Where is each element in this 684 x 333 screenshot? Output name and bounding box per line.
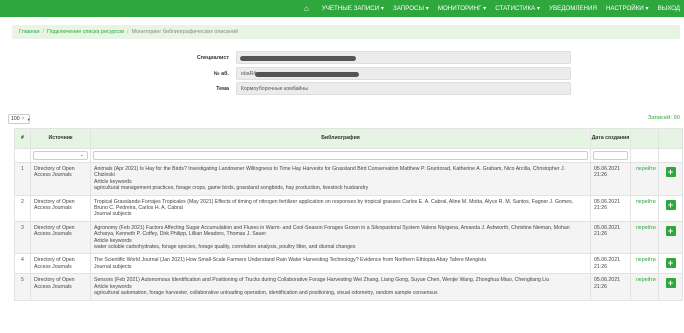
row-add-cell: + — [658, 220, 683, 255]
header-date[interactable]: Дата создания — [590, 128, 631, 149]
row-bibliography: Animals (Apr 2021) Is Hay for the Birds?… — [90, 162, 591, 196]
row-text: Sensors (Feb 2021) Autonomous Identifica… — [94, 277, 550, 284]
row-add-cell: + — [658, 194, 683, 222]
row-number: 3 — [14, 220, 31, 255]
breadcrumb-home[interactable]: Главная — [19, 29, 40, 35]
header-source[interactable]: Источник — [30, 128, 91, 149]
row-go-link[interactable]: перейти — [630, 162, 659, 196]
number-label: № аб. — [213, 70, 229, 77]
breadcrumb-separator: / — [42, 29, 45, 35]
row-number: 4 — [14, 253, 31, 275]
row-add-cell: + — [658, 253, 683, 275]
table-row: 5 Directory of Open Access Journals Sens… — [14, 273, 683, 301]
add-button[interactable]: + — [665, 167, 676, 177]
source-filter-select[interactable]: ⌄ — [33, 151, 88, 160]
table-row: 3 Directory of Open Access Journals Agro… — [14, 220, 683, 255]
row-date: 05.06.2021 21:26 — [590, 253, 631, 275]
nav-logout[interactable]: ВЫХОД — [658, 5, 680, 12]
row-bibliography: Sensors (Feb 2021) Autonomous Identifica… — [90, 273, 591, 301]
row-date: 05.06.2021 21:26 — [590, 220, 631, 255]
row-go-link[interactable]: перейти — [630, 273, 659, 301]
filter-cell: ⌄ — [30, 148, 91, 163]
nav-monitoring[interactable]: МОНИТОРИНГ ▾ — [438, 5, 486, 12]
nav-requests[interactable]: ЗАПРОСЫ ▾ — [393, 5, 429, 12]
row-keywords: water soluble carbohydrates, forage spec… — [94, 244, 356, 251]
row-go-link[interactable]: перейти — [630, 194, 659, 222]
row-text: The Scientific World Journal (Jan 2021) … — [94, 257, 487, 264]
home-icon[interactable]: ⌂ — [304, 4, 309, 13]
clear-icon[interactable]: × — [22, 116, 25, 122]
topic-field: Кормоуборочные комбайны — [236, 82, 571, 95]
records-count: Записей: 90 — [647, 115, 680, 121]
row-number: 2 — [14, 194, 31, 222]
row-date: 05.06.2021 21:26 — [590, 273, 631, 301]
row-text: Tropical Grasslands-Forrajes Tropicales … — [94, 198, 574, 212]
row-go-link[interactable]: перейти — [630, 220, 659, 255]
filter-cell — [658, 148, 683, 163]
nav-accounts[interactable]: УЧЕТНЫЕ ЗАПИСИ ▾ — [322, 5, 384, 12]
row-date: 05.06.2021 21:26 — [590, 162, 631, 196]
row-source: Directory of Open Access Journals — [30, 273, 91, 301]
row-bibliography: The Scientific World Journal (Jan 2021) … — [90, 253, 591, 275]
specialist-row: Специалист — [129, 51, 571, 64]
row-source: Directory of Open Access Journals — [30, 220, 91, 255]
row-text: Animals (Apr 2021) Is Hay for the Birds?… — [94, 166, 566, 179]
add-button[interactable]: + — [665, 225, 676, 236]
redaction-mark — [240, 56, 356, 61]
row-number: 1 — [14, 162, 31, 196]
row-keywords-label: Journal subjects — [94, 211, 132, 218]
nav-settings[interactable]: НАСТРОЙКИ ▾ — [606, 5, 649, 12]
number-row: № аб. ebaR# — [129, 67, 571, 80]
nav-menu: ⌂ УЧЕТНЫЕ ЗАПИСИ ▾ ЗАПРОСЫ ▾ МОНИТОРИНГ … — [304, 0, 680, 17]
bibliography-table: # Источник Библиография Дата создания ⌄ … — [14, 128, 683, 301]
breadcrumb-section[interactable]: Подключение списка ресурсов — [47, 29, 124, 35]
header-bibliography[interactable]: Библиография — [90, 128, 591, 149]
breadcrumb-current: Мониторинг библиографических описаний — [131, 29, 239, 35]
filter-cell — [590, 148, 631, 163]
number-field: ebaR# — [236, 67, 571, 80]
add-button[interactable]: + — [665, 258, 676, 269]
top-navbar: ⌂ УЧЕТНЫЕ ЗАПИСИ ▾ ЗАПРОСЫ ▾ МОНИТОРИНГ … — [0, 0, 684, 17]
add-button[interactable]: + — [665, 278, 676, 289]
table-row: 4 Directory of Open Access Journals The … — [14, 253, 683, 275]
row-text: Agronomy (Feb 2021) Factors Affecting Su… — [94, 224, 570, 238]
row-add-cell: + — [658, 162, 683, 196]
row-number: 5 — [14, 273, 31, 301]
filter-cell — [630, 148, 659, 163]
row-add-cell: + — [658, 273, 683, 301]
chevron-down-icon: ▼ — [26, 116, 31, 122]
row-source: Directory of Open Access Journals — [30, 194, 91, 222]
page-size-select[interactable]: 100 × ▼ — [8, 114, 31, 124]
row-keywords: agricultural management practices, forag… — [94, 185, 369, 192]
nav-notifications[interactable]: УВЕДОМЛЕНИЯ — [549, 5, 597, 12]
header-empty — [658, 128, 683, 149]
row-keywords: agricultural automation, forage harveste… — [94, 290, 438, 297]
row-keywords-label: Journal subjects — [94, 263, 132, 270]
specialist-label: Специалист — [196, 54, 229, 61]
table-row: 2 Directory of Open Access Journals Trop… — [14, 194, 683, 222]
table-row: 1 Directory of Open Access Journals Anim… — [14, 162, 683, 196]
specialist-field — [236, 51, 571, 64]
row-source: Directory of Open Access Journals — [30, 253, 91, 275]
filter-cell — [90, 148, 591, 163]
chevron-down-icon: ⌄ — [79, 152, 84, 158]
row-bibliography: Agronomy (Feb 2021) Factors Affecting Su… — [90, 220, 591, 255]
breadcrumb: Главная / Подключение списка ресурсов / … — [12, 25, 680, 39]
row-go-link[interactable]: перейти — [630, 253, 659, 275]
row-source: Directory of Open Access Journals — [30, 162, 91, 196]
nav-statistics[interactable]: СТАТИСТИКА ▾ — [495, 5, 540, 12]
row-bibliography: Tropical Grasslands-Forrajes Tropicales … — [90, 194, 591, 222]
date-filter-input[interactable] — [593, 151, 628, 160]
header-num: # — [14, 128, 31, 149]
bibliography-filter-input[interactable] — [93, 151, 588, 160]
filter-cell — [14, 148, 31, 163]
topic-row: Тема Кормоуборочные комбайны — [129, 82, 571, 95]
topic-label: Тема — [216, 85, 229, 92]
row-date: 05.06.2021 21:26 — [590, 194, 631, 222]
breadcrumb-separator: / — [126, 29, 129, 35]
header-empty — [630, 128, 659, 149]
redaction-mark — [255, 72, 359, 77]
add-button[interactable]: + — [665, 199, 676, 210]
